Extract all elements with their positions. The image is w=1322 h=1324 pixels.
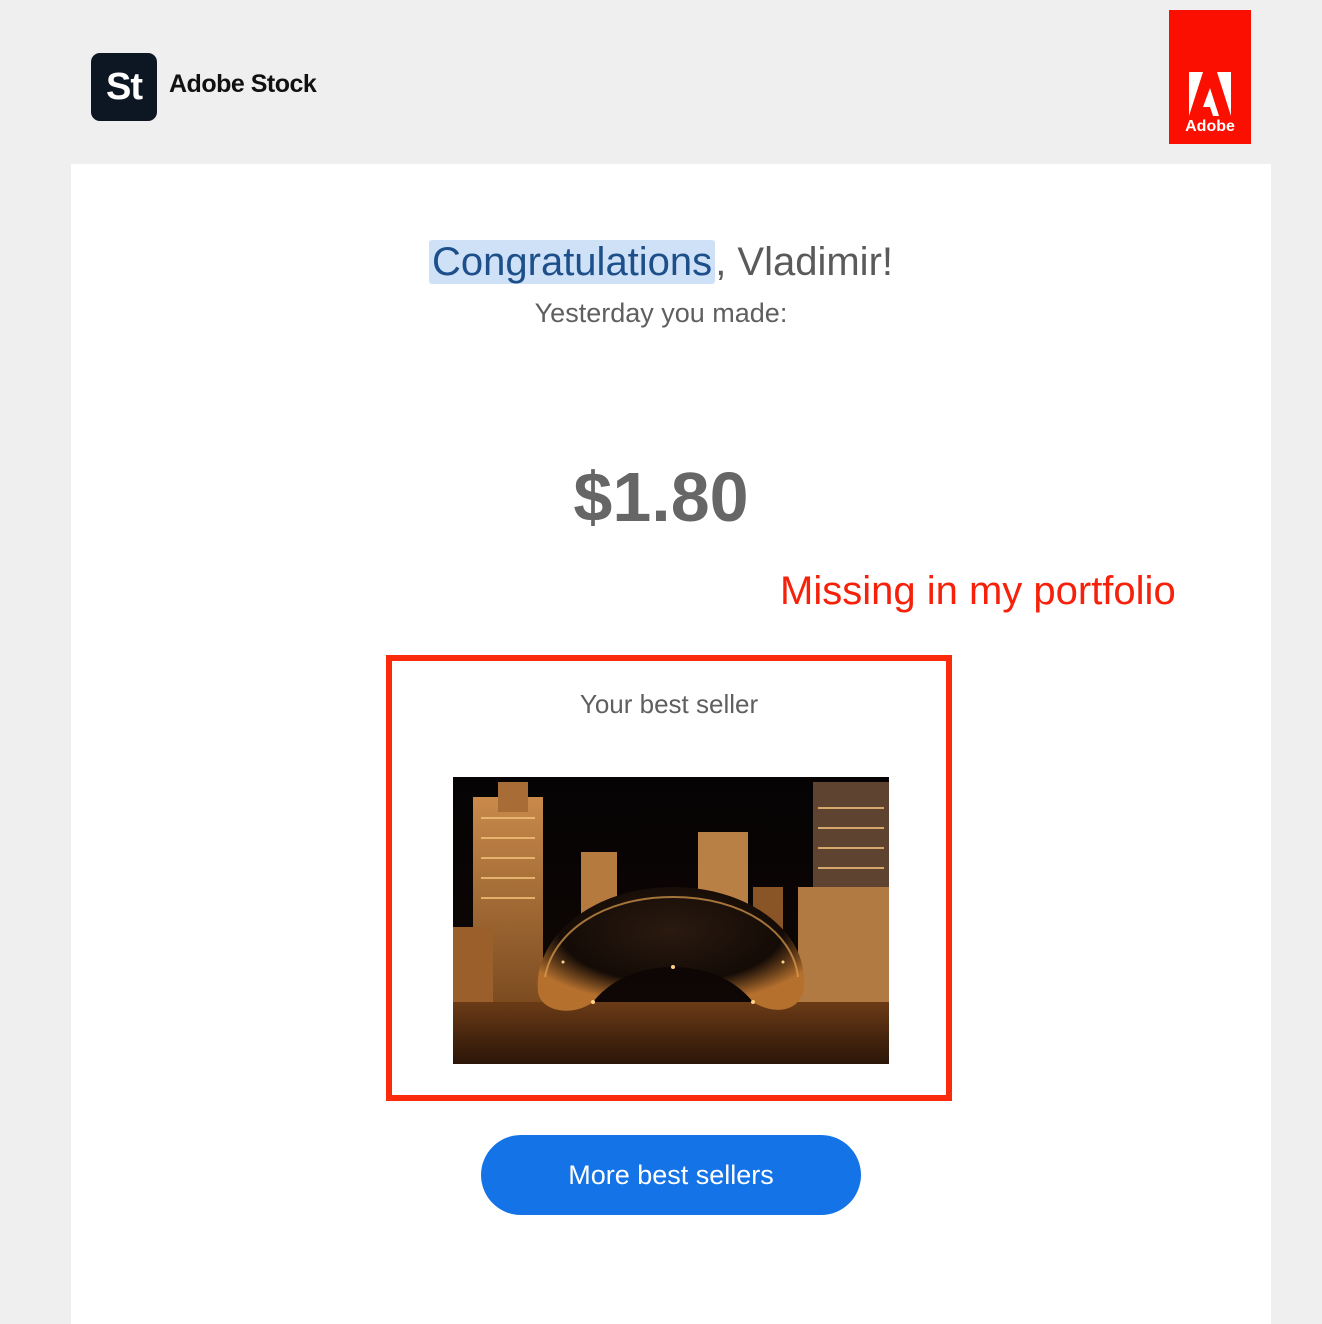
adobe-stock-logo-icon: St <box>91 53 157 121</box>
earnings-amount: $1.80 <box>573 458 749 536</box>
adobe-badge-text: Adobe <box>1185 118 1235 135</box>
more-best-sellers-button[interactable]: More best sellers <box>481 1135 861 1215</box>
best-seller-image[interactable] <box>453 777 889 1064</box>
brand-name: Adobe Stock <box>169 70 317 98</box>
greeting: Congratulations, Vladimir! <box>0 240 1322 285</box>
logo-mark: St <box>106 65 143 108</box>
email-header: St Adobe Stock Adobe <box>0 0 1322 164</box>
adobe-badge: Adobe <box>1169 10 1251 144</box>
earnings-subtitle: Yesterday you made: <box>534 298 788 328</box>
greeting-name: , Vladimir! <box>715 240 893 284</box>
cloud-gate-night-photo-icon <box>453 777 889 1064</box>
best-seller-label: Your best seller <box>579 689 759 719</box>
greeting-highlight: Congratulations <box>429 240 716 284</box>
adobe-logo-icon <box>1189 72 1231 116</box>
annotation-text: Missing in my portfolio <box>780 569 1176 613</box>
